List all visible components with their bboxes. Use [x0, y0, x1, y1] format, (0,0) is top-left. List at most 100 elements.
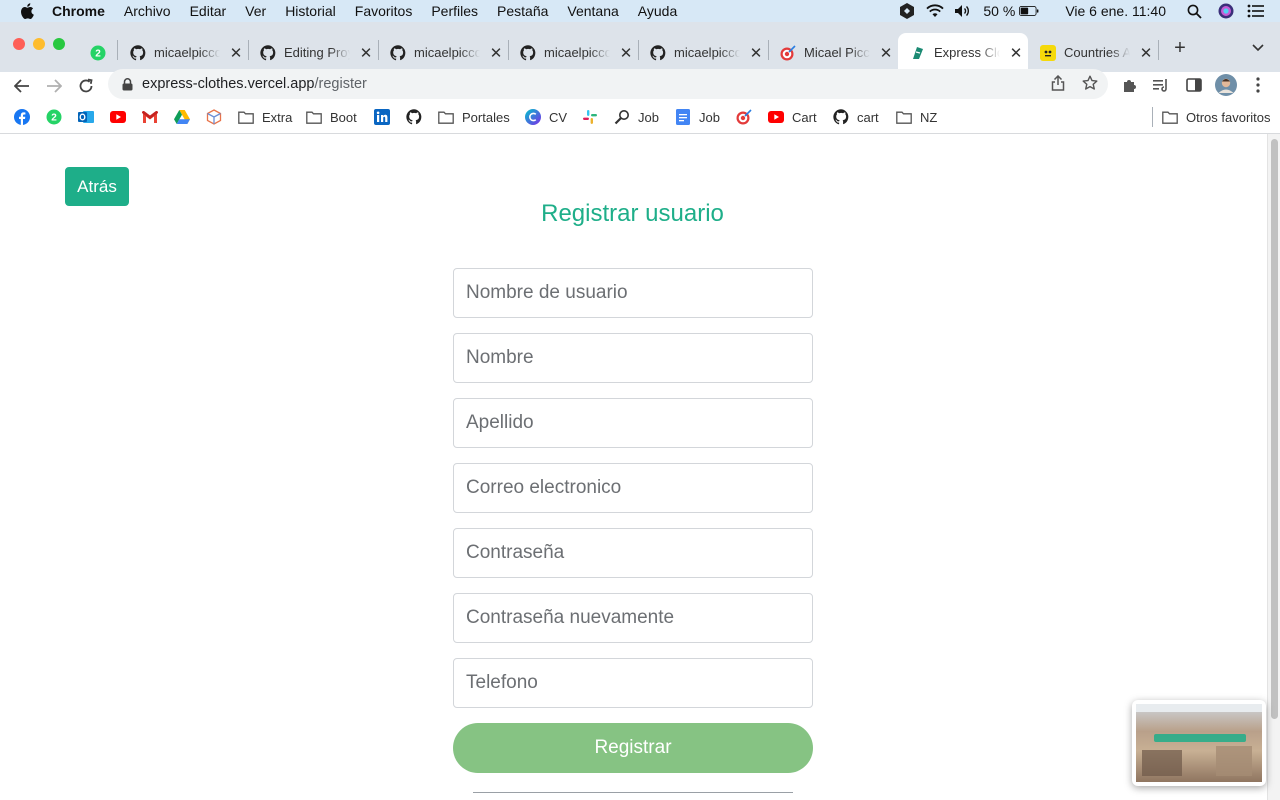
password-input[interactable]	[454, 529, 812, 577]
tab-github-5[interactable]: micaelpicco ✕	[638, 33, 768, 72]
folder-icon	[1162, 109, 1178, 125]
profile-avatar[interactable]	[1214, 73, 1238, 97]
address-url[interactable]: express-clothes.vercel.app/register	[142, 76, 367, 92]
new-tab-button[interactable]: +	[1168, 36, 1192, 60]
github-icon	[406, 109, 422, 125]
tab-github-3[interactable]: micaelpicco ✕	[378, 33, 508, 72]
tab-close-icon[interactable]: ✕	[1138, 45, 1154, 62]
bookmark-job-docs[interactable]: Job	[675, 107, 720, 127]
back-arrow-icon[interactable]	[8, 72, 36, 100]
bookmark-star-icon[interactable]	[1080, 73, 1100, 93]
bookmark-folder-extra[interactable]: Extra	[238, 107, 292, 127]
menubar-datetime[interactable]: Vie 6 ene. 11:40	[1065, 3, 1166, 19]
bookmark-other-favorites[interactable]: Otros favoritos	[1162, 107, 1271, 127]
email-input[interactable]	[454, 464, 812, 512]
forward-arrow-icon[interactable]	[40, 72, 68, 100]
username-input[interactable]	[454, 269, 812, 317]
menu-pestana[interactable]: Pestaña	[497, 3, 548, 19]
menu-editar[interactable]: Editar	[190, 3, 227, 19]
reload-icon[interactable]	[72, 72, 100, 100]
tab-close-icon[interactable]: ✕	[1008, 45, 1024, 62]
screenshot-thumbnail[interactable]	[1132, 700, 1266, 786]
menu-ayuda[interactable]: Ayuda	[638, 3, 677, 19]
tab-close-icon[interactable]: ✕	[878, 45, 894, 62]
control-center-icon[interactable]	[1246, 3, 1266, 19]
side-panel-icon[interactable]	[1182, 73, 1206, 97]
spotlight-search-icon[interactable]	[1184, 3, 1204, 19]
menu-chrome[interactable]: Chrome	[52, 3, 105, 19]
bookmark-job-search[interactable]: Job	[614, 107, 659, 127]
bookmark-youtube[interactable]	[110, 107, 126, 127]
bookmark-linkedin[interactable]	[374, 107, 390, 127]
tab-close-icon[interactable]: ✕	[618, 45, 634, 62]
menu-archivo[interactable]: Archivo	[124, 3, 171, 19]
siri-icon[interactable]	[1216, 3, 1236, 19]
apple-menu-icon[interactable]	[18, 2, 36, 20]
tab-search-chevron-icon[interactable]	[1246, 36, 1270, 60]
tab-close-icon[interactable]: ✕	[748, 45, 764, 62]
bookmark-folder-portales[interactable]: Portales	[438, 107, 510, 127]
bookmark-slack[interactable]	[582, 107, 598, 127]
bookmark-folder-boot[interactable]: Boot	[306, 107, 357, 127]
menu-perfiles[interactable]: Perfiles	[431, 3, 478, 19]
menu-historial[interactable]: Historial	[285, 3, 336, 19]
address-bar[interactable]: express-clothes.vercel.app/register	[108, 69, 1108, 99]
tab-github-2[interactable]: Editing Proy ✕	[248, 33, 378, 72]
battery-icon[interactable]	[1019, 3, 1039, 19]
username-field-box	[453, 268, 813, 318]
reading-list-icon[interactable]	[1149, 73, 1173, 97]
bookmark-cv[interactable]: CV	[525, 107, 567, 127]
window-close-button[interactable]	[13, 38, 25, 50]
wifi-icon[interactable]	[925, 3, 945, 19]
tab-countries-app[interactable]: Countries A ✕	[1028, 33, 1158, 72]
tab-close-icon[interactable]: ✕	[358, 45, 374, 62]
tab-github-4[interactable]: micaelpicco ✕	[508, 33, 638, 72]
tab-express-clothes[interactable]: Express Clo ✕	[898, 33, 1028, 72]
tab-pinned-badge[interactable]: 2	[78, 33, 116, 72]
lock-icon[interactable]	[120, 77, 134, 91]
bookmark-cart-youtube[interactable]: Cart	[768, 107, 817, 127]
tab-github-1[interactable]: micaelpicco ✕	[118, 33, 248, 72]
first-name-input[interactable]	[454, 334, 812, 382]
page-scrollbar[interactable]	[1267, 134, 1280, 800]
register-button[interactable]: Registrar	[453, 723, 813, 773]
screenshot-preview-shelf	[1142, 750, 1182, 776]
volume-icon[interactable]	[953, 3, 973, 19]
bookmark-label: Portales	[462, 109, 510, 125]
bookmark-folder-nz[interactable]: NZ	[896, 107, 937, 127]
tab-title: Micael Picco	[804, 45, 870, 60]
gmail-icon	[142, 109, 158, 125]
bookmark-cart-github[interactable]: cart	[833, 107, 879, 127]
bookmark-facebook[interactable]	[14, 107, 30, 127]
extensions-puzzle-icon[interactable]	[1118, 73, 1142, 97]
tab-close-icon[interactable]: ✕	[228, 45, 244, 62]
menu-ver[interactable]: Ver	[245, 3, 266, 19]
bookmark-label: CV	[549, 109, 568, 125]
menu-favoritos[interactable]: Favoritos	[355, 3, 413, 19]
scrollbar-thumb[interactable]	[1271, 139, 1278, 719]
chrome-menu-icon[interactable]	[1246, 73, 1270, 97]
bookmark-whatsapp[interactable]: 2	[46, 107, 62, 127]
tab-micael-picco[interactable]: Micael Picco ✕	[768, 33, 898, 72]
bookmark-label: Cart	[792, 109, 817, 125]
bookmark-target[interactable]	[736, 107, 752, 127]
password-confirm-input[interactable]	[454, 594, 812, 642]
share-icon[interactable]	[1048, 73, 1068, 93]
bookmark-gmail[interactable]	[142, 107, 158, 127]
vpn-shield-icon[interactable]	[897, 3, 917, 19]
menu-ventana[interactable]: Ventana	[567, 3, 618, 19]
bookmark-outlook[interactable]	[78, 107, 94, 127]
svg-text:2: 2	[95, 48, 101, 59]
url-path: /register	[314, 76, 367, 92]
bookmark-cube[interactable]	[206, 107, 222, 127]
battery-percent[interactable]: 50 %	[983, 3, 1015, 19]
last-name-input[interactable]	[454, 399, 812, 447]
window-minimize-button[interactable]	[33, 38, 45, 50]
bookmark-drive[interactable]	[174, 107, 190, 127]
bookmark-github[interactable]	[406, 107, 422, 127]
phone-input[interactable]	[454, 659, 812, 707]
tab-close-icon[interactable]: ✕	[488, 45, 504, 62]
docs-icon	[675, 109, 691, 125]
password-field-box	[453, 528, 813, 578]
window-zoom-button[interactable]	[53, 38, 65, 50]
